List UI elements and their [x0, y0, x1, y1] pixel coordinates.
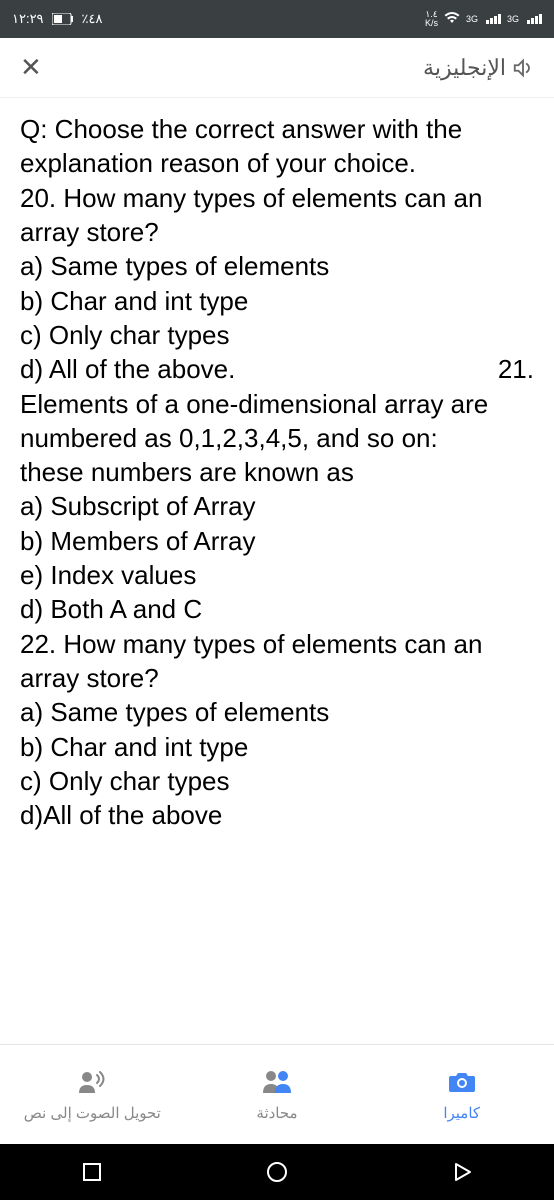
- tab-camera-label: كاميرا: [443, 1104, 480, 1122]
- q20-option-a: a) Same types of elements: [20, 249, 534, 283]
- battery-icon: [52, 13, 74, 25]
- tab-chat-label: محادثة: [256, 1104, 297, 1122]
- q22: 22. How many types of elements can an ar…: [20, 627, 534, 696]
- status-right: ١.٤ K/s 3G 3G: [425, 10, 542, 28]
- nav-home-button[interactable]: [263, 1158, 291, 1186]
- net-speed: ١.٤ K/s: [425, 10, 438, 28]
- q22-option-d: d)All of the above: [20, 798, 534, 832]
- signal-1-icon: [486, 14, 501, 24]
- q21-line2: these numbers are known as: [20, 455, 534, 489]
- status-left: ١٢:٢٩ ٪٤٨: [12, 11, 103, 27]
- status-bar: ١٢:٢٩ ٪٤٨ ١.٤ K/s 3G 3G: [0, 0, 554, 38]
- q22-option-b: b) Char and int type: [20, 730, 534, 764]
- question-intro: Q: Choose the correct answer with the ex…: [20, 112, 534, 181]
- signal-2-label: 3G: [507, 14, 519, 24]
- q22-option-c: c) Only char types: [20, 764, 534, 798]
- language-text: الإنجليزية: [423, 55, 506, 81]
- q21-option-a: a) Subscript of Array: [20, 489, 534, 523]
- nav-recent-button[interactable]: [78, 1158, 106, 1186]
- battery-percent: ٪٤٨: [82, 11, 103, 27]
- wifi-icon: [444, 12, 460, 27]
- q21-option-b: b) Members of Array: [20, 524, 534, 558]
- q21-line1: Elements of a one-dimensional array are …: [20, 387, 534, 456]
- q21-option-d: d) Both A and C: [20, 592, 534, 626]
- camera-icon: [447, 1068, 477, 1096]
- tab-chat[interactable]: محادثة: [185, 1045, 370, 1144]
- q20: 20. How many types of elements can an ar…: [20, 181, 534, 250]
- tab-camera[interactable]: كاميرا: [369, 1045, 554, 1144]
- tab-voice-label: تحويل الصوت إلى نص: [24, 1104, 161, 1122]
- signal-2-icon: [527, 14, 542, 24]
- signal-1-label: 3G: [466, 14, 478, 24]
- chat-icon: [262, 1068, 292, 1096]
- q22-option-a: a) Same types of elements: [20, 695, 534, 729]
- language-selector[interactable]: الإنجليزية: [423, 55, 534, 81]
- tab-voice[interactable]: تحويل الصوت إلى نص: [0, 1045, 185, 1144]
- q20-option-c: c) Only char types: [20, 318, 534, 352]
- status-time: ١٢:٢٩: [12, 11, 44, 27]
- q20d-q21num-row: d) All of the above. 21.: [20, 352, 534, 386]
- close-button[interactable]: ✕: [20, 52, 42, 83]
- nav-back-button[interactable]: [448, 1158, 476, 1186]
- app-header: ✕ الإنجليزية: [0, 38, 554, 98]
- system-nav: [0, 1144, 554, 1200]
- q20-option-b: b) Char and int type: [20, 284, 534, 318]
- bottom-tabs: تحويل الصوت إلى نص محادثة كاميرا: [0, 1044, 554, 1144]
- speaker-icon: [512, 57, 534, 79]
- main-content: Q: Choose the correct answer with the ex…: [0, 98, 554, 1044]
- q20-option-d: d) All of the above.: [20, 352, 235, 386]
- voice-icon: [77, 1068, 107, 1096]
- q21-number: 21.: [498, 352, 534, 386]
- q21-option-e: e) Index values: [20, 558, 534, 592]
